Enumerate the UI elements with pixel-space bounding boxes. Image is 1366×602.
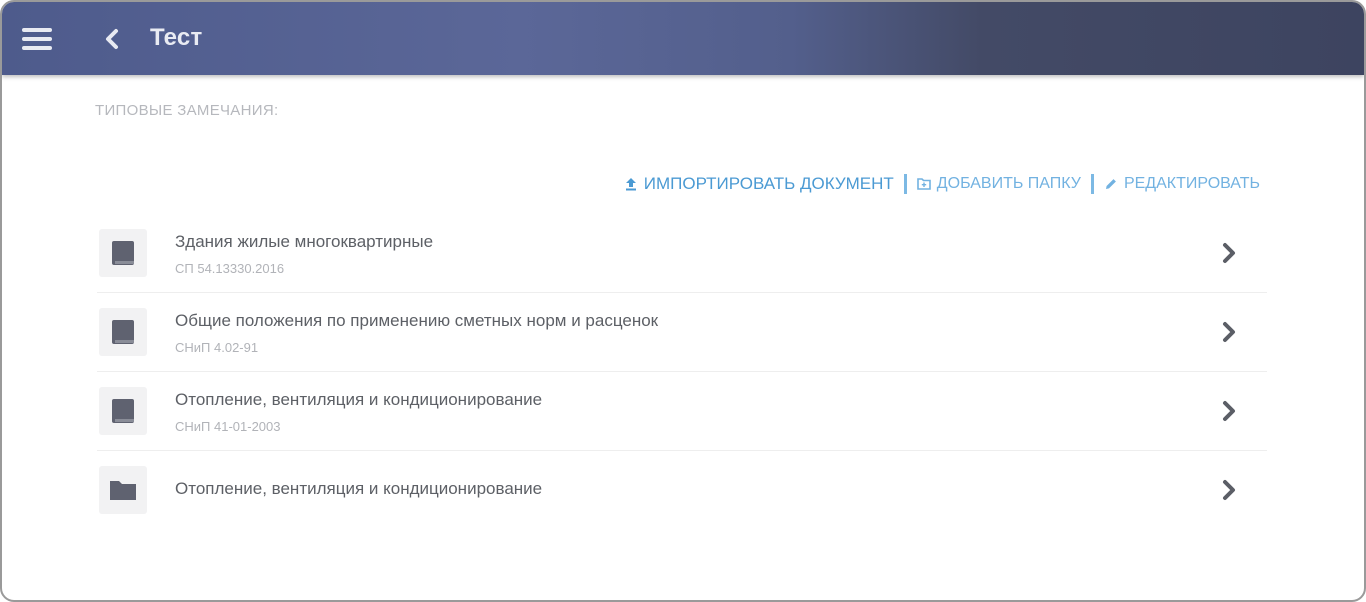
divider [1090, 174, 1094, 194]
page-title: Тест [150, 24, 203, 51]
section-label: ТИПОВЫЕ ЗАМЕЧАНИЯ: [95, 102, 279, 119]
menu-icon[interactable] [20, 26, 54, 52]
import-document-button[interactable]: ИМПОРТИРОВАТЬ ДОКУМЕНТ [624, 174, 894, 194]
list-item[interactable]: Общие положения по применению сметных но… [97, 293, 1267, 372]
item-subtitle: СНиП 41-01-2003 [175, 419, 281, 434]
item-title: Отопление, вентиляция и кондиционировани… [175, 479, 543, 498]
item-subtitle: СП 54.13330.2016 [175, 261, 285, 276]
add-folder-button[interactable]: ДОБАВИТЬ ПАПКУ [916, 175, 1081, 193]
app-window: Тест ТИПОВЫЕ ЗАМЕЧАНИЯ: ИМПОРТИРОВАТЬ ДО… [0, 0, 1366, 602]
edit-label: РЕДАКТИРОВАТЬ [1123, 175, 1260, 192]
divider [903, 174, 907, 194]
chevron-right-icon [1223, 322, 1235, 342]
folder-plus-icon [916, 178, 931, 190]
list-item[interactable]: Отопление, вентиляция и кондиционировани… [97, 451, 1267, 529]
app-bar: Тест [2, 2, 1364, 75]
chevron-right-icon [1223, 401, 1235, 421]
folder-icon [110, 481, 136, 500]
item-title: Общие положения по применению сметных но… [175, 311, 659, 330]
book-icon [112, 399, 134, 423]
chevron-right-icon [1223, 243, 1235, 263]
import-document-label: ИМПОРТИРОВАТЬ ДОКУМЕНТ [643, 174, 894, 193]
toolbar-actions: ИМПОРТИРОВАТЬ ДОКУМЕНТ ДОБАВИТЬ ПАПКУ РЕ… [624, 174, 1260, 194]
edit-button[interactable]: РЕДАКТИРОВАТЬ [1104, 175, 1260, 193]
item-subtitle: СНиП 4.02-91 [175, 340, 259, 355]
chevron-left-icon [106, 29, 118, 49]
pencil-icon [1105, 179, 1116, 189]
item-title: Здания жилые многоквартирные [175, 232, 434, 251]
upload-icon [625, 178, 636, 191]
add-folder-label: ДОБАВИТЬ ПАПКУ [936, 175, 1081, 192]
list-item[interactable]: Отопление, вентиляция и кондиционировани… [97, 372, 1267, 451]
book-icon [112, 320, 134, 344]
list-item[interactable]: Здания жилые многоквартирные СП 54.13330… [97, 214, 1267, 293]
document-list: Здания жилые многоквартирные СП 54.13330… [97, 214, 1267, 529]
book-icon [112, 241, 134, 265]
back-button[interactable] [98, 24, 126, 54]
item-title: Отопление, вентиляция и кондиционировани… [175, 390, 543, 409]
chevron-right-icon [1223, 480, 1235, 500]
